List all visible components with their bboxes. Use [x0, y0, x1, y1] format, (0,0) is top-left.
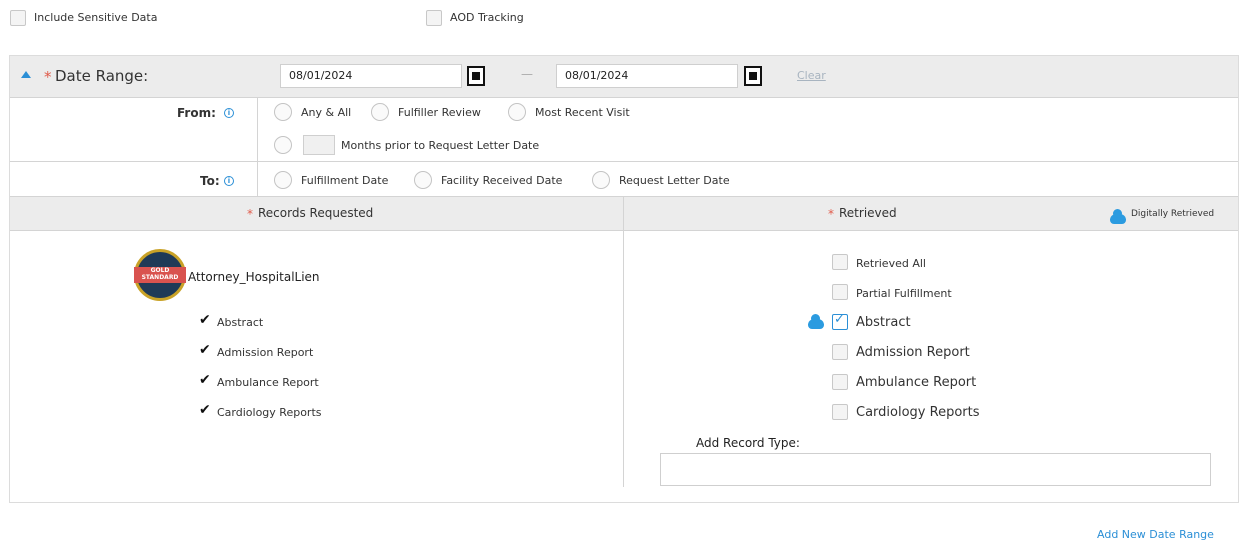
add-record-type-input[interactable]	[660, 453, 1211, 486]
column-divider	[623, 197, 624, 487]
retrieved-title: Retrieved	[839, 206, 897, 220]
gold-standard-badge-icon: GOLD STANDARD	[134, 249, 186, 301]
records-requested-asterisk: *	[247, 207, 253, 221]
retrieved-item-label: Ambulance Report	[856, 375, 977, 390]
retrieved-abstract-checkbox[interactable]: ✓	[832, 312, 848, 330]
retrieved-item-label: Abstract	[856, 315, 911, 330]
aod-tracking-checkbox[interactable]	[426, 10, 442, 26]
partial-fulfillment-checkbox[interactable]	[832, 284, 848, 300]
from-months-prior-radio[interactable]	[274, 136, 292, 154]
to-request-letter-date-label: Request Letter Date	[619, 174, 730, 187]
to-facility-received-label: Facility Received Date	[441, 174, 563, 187]
from-info-icon[interactable]: i	[224, 108, 234, 118]
clear-link[interactable]: Clear	[797, 69, 826, 82]
to-fulfillment-date-radio[interactable]	[274, 171, 292, 189]
to-label: To:	[200, 174, 220, 188]
digitally-retrieved-label: Digitally Retrieved	[1131, 209, 1215, 219]
retrieved-all-label: Retrieved All	[856, 257, 926, 270]
requested-item: Admission Report	[217, 346, 314, 359]
template-name: Attorney_HospitalLien	[188, 270, 320, 284]
months-input[interactable]	[303, 135, 335, 155]
from-most-recent-visit-radio[interactable]	[508, 103, 526, 121]
retrieved-cardiology-checkbox[interactable]	[832, 404, 848, 420]
from-fulfiller-review-radio[interactable]	[371, 103, 389, 121]
partial-fulfillment-label: Partial Fulfillment	[856, 287, 952, 300]
badge-text: GOLD STANDARD	[134, 267, 186, 283]
records-header-bar	[10, 197, 1238, 231]
retrieved-ambulance-checkbox[interactable]	[832, 374, 848, 390]
requested-item: Ambulance Report	[217, 376, 319, 389]
end-date-input[interactable]: 08/01/2024	[556, 64, 738, 88]
retrieved-item-label: Cardiology Reports	[856, 405, 980, 420]
from-most-recent-visit-label: Most Recent Visit	[535, 106, 630, 119]
include-sensitive-checkbox[interactable]	[10, 10, 26, 26]
start-date-input[interactable]: 08/01/2024	[280, 64, 462, 88]
checkmark-icon: ✓	[834, 312, 845, 327]
to-request-letter-date-radio[interactable]	[592, 171, 610, 189]
to-info-icon[interactable]: i	[224, 176, 234, 186]
check-icon: ✔	[199, 372, 211, 388]
start-calendar-icon[interactable]	[467, 66, 485, 86]
requested-item: Cardiology Reports	[217, 406, 322, 419]
requested-item: Abstract	[217, 316, 264, 329]
retrieved-all-checkbox[interactable]	[832, 254, 848, 270]
months-prior-label: Months prior to Request Letter Date	[341, 139, 540, 152]
add-new-date-range-link[interactable]: Add New Date Range	[1097, 528, 1214, 541]
from-fulfiller-review-label: Fulfiller Review	[398, 106, 481, 119]
add-record-type-label: Add Record Type:	[696, 436, 800, 450]
from-any-all-label: Any & All	[301, 106, 352, 119]
date-range-title: Date Range:	[55, 67, 149, 85]
to-facility-received-radio[interactable]	[414, 171, 432, 189]
records-requested-title: Records Requested	[258, 206, 374, 220]
check-icon: ✔	[199, 342, 211, 358]
to-fulfillment-date-label: Fulfillment Date	[301, 174, 389, 187]
digital-cloud-icon	[808, 314, 824, 329]
retrieved-asterisk: *	[828, 207, 834, 221]
aod-tracking-label: AOD Tracking	[450, 11, 524, 24]
end-calendar-icon[interactable]	[744, 66, 762, 86]
retrieved-admission-checkbox[interactable]	[832, 344, 848, 360]
required-asterisk: *	[44, 68, 52, 86]
from-any-all-radio[interactable]	[274, 103, 292, 121]
check-icon: ✔	[199, 312, 211, 328]
from-label: From:	[177, 106, 216, 120]
date-separator: —	[521, 67, 533, 81]
collapse-arrow-icon[interactable]	[21, 71, 31, 78]
include-sensitive-label: Include Sensitive Data	[34, 11, 158, 24]
check-icon: ✔	[199, 402, 211, 418]
retrieved-item-label: Admission Report	[856, 345, 970, 360]
cloud-icon	[1110, 209, 1126, 224]
